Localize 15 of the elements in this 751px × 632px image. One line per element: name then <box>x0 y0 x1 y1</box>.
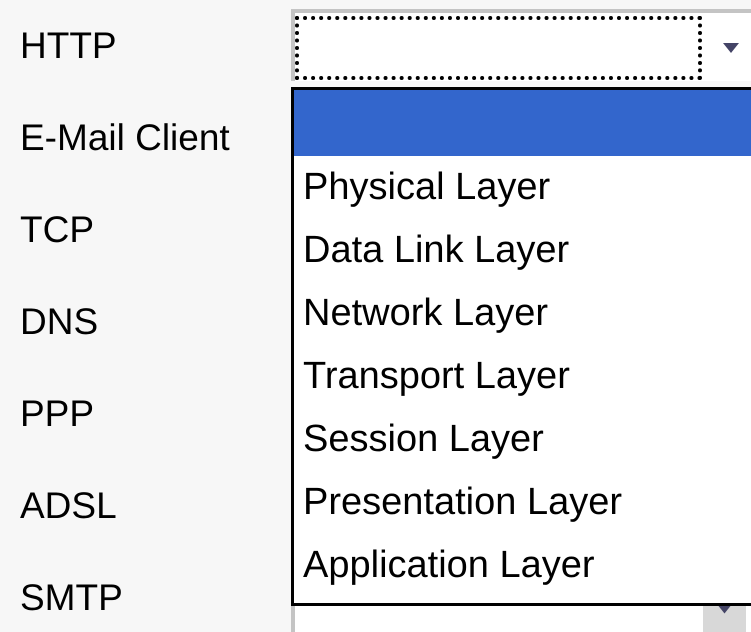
dropdown-option[interactable]: Presentation Layer <box>294 471 751 534</box>
dropdown-option[interactable]: Network Layer <box>294 282 751 345</box>
dropdown-option[interactable]: Application Layer <box>294 534 751 597</box>
dropdown-option[interactable] <box>294 90 751 156</box>
field-label: HTTP <box>19 24 118 68</box>
dropdown-option[interactable]: Physical Layer <box>294 156 751 219</box>
field-label: ADSL <box>19 484 118 528</box>
field-label: DNS <box>19 300 100 344</box>
dropdown-option[interactable]: Data Link Layer <box>294 219 751 282</box>
dropdown-option[interactable]: Transport Layer <box>294 345 751 408</box>
field-label: E-Mail Client <box>19 116 231 160</box>
field-label: PPP <box>19 392 96 436</box>
dropdown-option[interactable]: Session Layer <box>294 408 751 471</box>
field-label: TCP <box>19 208 95 252</box>
field-label: SMTP <box>19 576 124 620</box>
